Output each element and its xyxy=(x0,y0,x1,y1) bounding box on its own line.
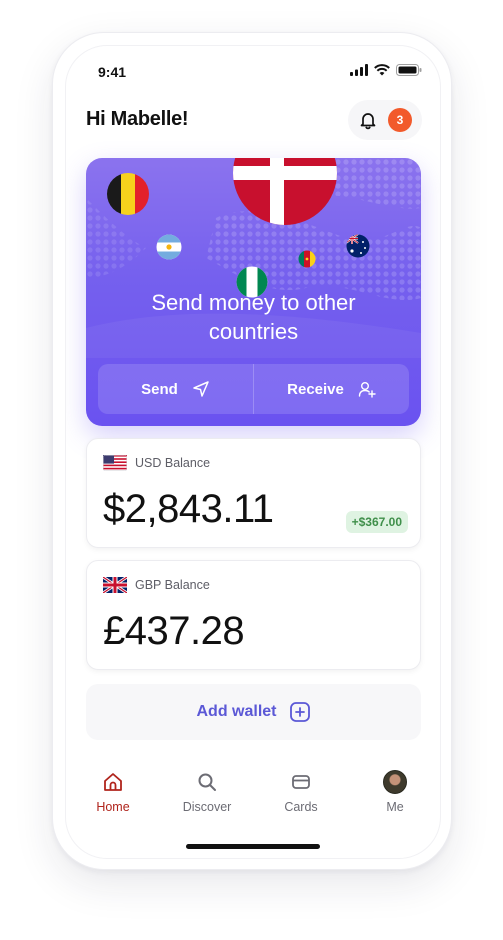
battery-icon xyxy=(396,64,422,76)
add-wallet-label: Add wallet xyxy=(196,703,277,720)
usd-balance-card[interactable]: USD Balance $2,843.11 +$367.00 xyxy=(86,438,421,548)
send-button[interactable]: Send xyxy=(98,364,253,414)
receive-label: Receive xyxy=(287,380,344,398)
nav-discover-label: Discover xyxy=(182,800,232,814)
gbp-balance-amount: £437.28 xyxy=(103,609,245,653)
status-time: 9:41 xyxy=(98,64,127,80)
belgium-flag-icon xyxy=(107,173,149,215)
gbp-balance-card[interactable]: GBP Balance £437.28 xyxy=(86,560,421,670)
add-wallet-button[interactable]: Add wallet xyxy=(86,684,421,740)
nav-me[interactable]: Me xyxy=(348,770,440,840)
usd-balance-change-badge: +$367.00 xyxy=(345,511,408,533)
status-icons xyxy=(350,64,422,76)
usd-balance-header: USD Balance xyxy=(103,455,210,471)
notification-badge: 3 xyxy=(388,108,412,132)
plus-square-icon xyxy=(289,702,310,722)
nav-discover[interactable]: Discover xyxy=(160,770,254,840)
home-indicator xyxy=(186,844,320,849)
nav-home[interactable]: Home xyxy=(66,770,160,840)
send-label: Send xyxy=(141,380,178,398)
profile-avatar xyxy=(383,770,407,794)
hero-title: Send money to other countries xyxy=(151,290,356,344)
bell-icon xyxy=(360,113,376,130)
nav-me-label: Me xyxy=(386,800,404,814)
gbp-balance-label: GBP Balance xyxy=(135,578,210,592)
screen: 9:41 Hi Mabelle! 3 Send money to other c… xyxy=(65,45,441,859)
receive-button[interactable]: Receive xyxy=(254,364,409,414)
gbp-balance-header: GBP Balance xyxy=(103,577,210,593)
greeting: Hi Mabelle! xyxy=(86,108,189,130)
nav-cards[interactable]: Cards xyxy=(254,770,348,840)
usd-balance-label: USD Balance xyxy=(135,456,211,470)
argentina-flag-icon xyxy=(156,234,182,260)
cameroon-flag-icon xyxy=(298,250,316,268)
notifications-button[interactable]: 3 xyxy=(348,100,422,140)
bottom-nav: Home Discover Cards Me xyxy=(66,770,440,840)
usd-balance-amount: $2,843.11 xyxy=(103,487,274,531)
us-flag-icon xyxy=(103,455,127,471)
send-money-card: Send money to other countries Send Recei… xyxy=(86,158,421,426)
send-icon xyxy=(193,381,209,397)
nav-home-label: Home xyxy=(96,800,130,814)
user-plus-icon xyxy=(358,382,376,398)
uk-flag-icon xyxy=(103,577,127,593)
hero-actions: Send Receive xyxy=(98,364,409,414)
avatar xyxy=(383,770,407,794)
wifi-icon xyxy=(374,64,390,76)
card-icon xyxy=(289,770,313,794)
nav-cards-label: Cards xyxy=(284,800,318,814)
search-icon xyxy=(195,770,219,794)
home-icon xyxy=(101,770,125,794)
phone-frame: 9:41 Hi Mabelle! 3 Send money to other c… xyxy=(52,32,452,870)
australia-flag-icon xyxy=(346,234,370,258)
signal-icon xyxy=(350,64,368,76)
